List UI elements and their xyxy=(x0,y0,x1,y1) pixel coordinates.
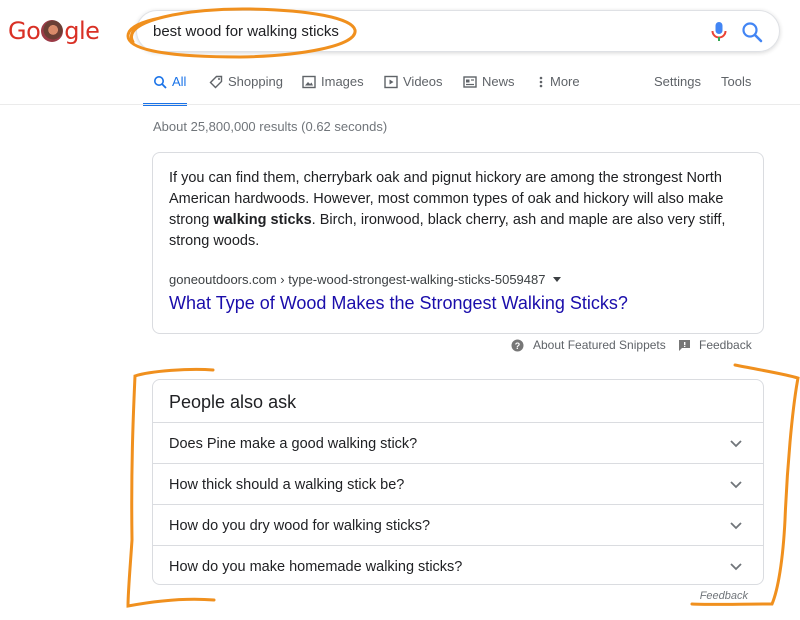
search-input[interactable]: best wood for walking sticks xyxy=(153,23,339,40)
tab-shopping[interactable]: Shopping xyxy=(209,74,283,106)
tab-label: Tools xyxy=(721,74,752,89)
chevron-down-icon xyxy=(730,563,742,571)
microphone-icon[interactable] xyxy=(709,21,729,43)
paa-question[interactable]: Does Pine make a good walking stick? xyxy=(153,422,763,464)
chevron-down-icon xyxy=(730,481,742,489)
svg-text:?: ? xyxy=(515,341,521,351)
tab-more[interactable]: More xyxy=(537,74,580,106)
question-text: How thick should a walking stick be? xyxy=(169,476,405,493)
tab-label: Images xyxy=(321,74,364,89)
tab-news[interactable]: News xyxy=(463,74,515,106)
people-also-ask: People also ask Does Pine make a good wa… xyxy=(152,379,764,585)
image-icon xyxy=(302,75,316,89)
search-icon[interactable] xyxy=(741,21,763,43)
tab-label: Settings xyxy=(654,74,701,89)
tab-tools[interactable]: Tools xyxy=(721,74,751,106)
snippet-cite: goneoutdoors.com › type-wood-strongest-w… xyxy=(169,272,562,287)
result-stats: About 25,800,000 results (0.62 seconds) xyxy=(153,119,388,134)
tab-images[interactable]: Images xyxy=(302,74,364,106)
featured-snippet: If you can find them, cherrybark oak and… xyxy=(152,152,764,334)
help-circle-icon: ? xyxy=(511,339,524,351)
paa-question[interactable]: How thick should a walking stick be? xyxy=(153,463,763,505)
paa-heading: People also ask xyxy=(169,392,297,412)
about-featured-snippets[interactable]: ? About Featured Snippets xyxy=(511,338,666,352)
about-snippets-label: About Featured Snippets xyxy=(533,338,666,352)
logo-text-end: gle xyxy=(64,17,100,45)
tab-label: All xyxy=(172,74,187,89)
logo-text-start: Go xyxy=(8,17,41,45)
feedback-label: Feedback xyxy=(699,338,752,352)
search-tabs: All Shopping Images Videos News More Set… xyxy=(143,74,800,106)
tag-icon xyxy=(209,75,223,89)
tab-all[interactable]: All xyxy=(143,74,187,106)
tab-label: Shopping xyxy=(228,74,283,89)
kebab-icon xyxy=(539,76,543,88)
tab-label: News xyxy=(482,74,515,89)
search-box[interactable]: best wood for walking sticks xyxy=(136,10,780,52)
paa-question[interactable]: How do you dry wood for walking sticks? xyxy=(153,504,763,546)
chevron-down-icon xyxy=(730,522,742,530)
snippet-bold-term: walking sticks xyxy=(213,212,312,228)
question-text: Does Pine make a good walking stick? xyxy=(169,435,418,452)
snippet-text: If you can find them, cherrybark oak and… xyxy=(169,168,745,252)
tab-label: Videos xyxy=(403,74,443,89)
paa-feedback[interactable]: Feedback xyxy=(700,590,748,602)
feedback-flag-icon xyxy=(679,339,690,351)
search-icon xyxy=(154,76,167,89)
question-text: How do you make homemade walking sticks? xyxy=(169,558,463,575)
question-text: How do you dry wood for walking sticks? xyxy=(169,517,431,534)
caret-down-icon[interactable] xyxy=(553,277,562,282)
google-logo[interactable]: Go gle xyxy=(8,14,100,48)
play-icon xyxy=(384,75,398,89)
snippet-feedback[interactable]: Feedback xyxy=(678,338,752,352)
tab-settings[interactable]: Settings xyxy=(654,74,701,106)
cite-url: goneoutdoors.com › type-wood-strongest-w… xyxy=(169,272,546,287)
tab-label: More xyxy=(550,74,580,89)
tabs-divider xyxy=(0,104,800,105)
snippet-result-link[interactable]: What Type of Wood Makes the Strongest Wa… xyxy=(169,293,628,314)
newspaper-icon xyxy=(463,76,477,88)
tab-videos[interactable]: Videos xyxy=(384,74,443,106)
paa-question[interactable]: How do you make homemade walking sticks? xyxy=(153,545,763,587)
chevron-down-icon xyxy=(730,440,742,448)
doodle-avatar xyxy=(41,20,64,42)
